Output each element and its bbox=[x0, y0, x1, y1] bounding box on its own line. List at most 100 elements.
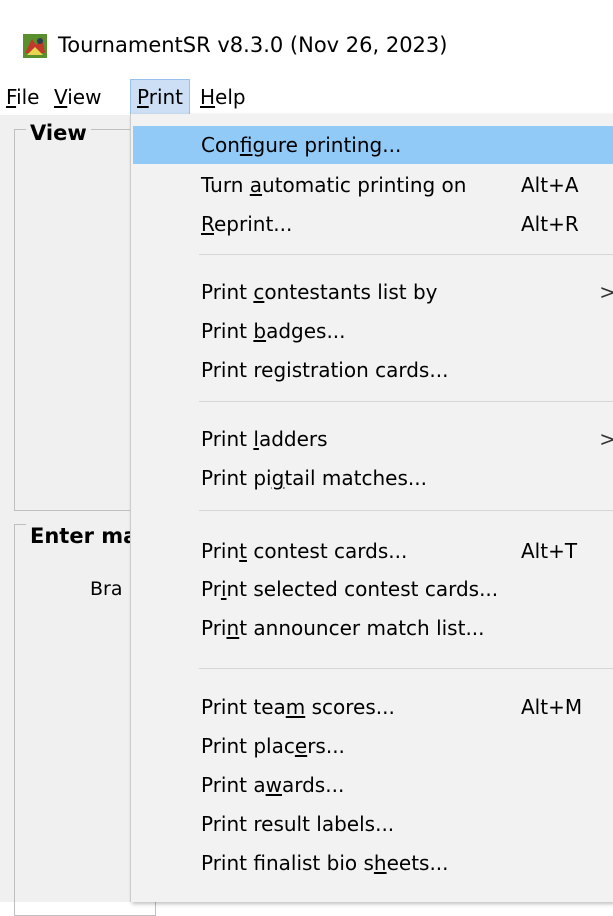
mnemonic: t bbox=[239, 539, 248, 563]
menu-help[interactable]: Help bbox=[194, 79, 252, 115]
label-text-rest: rs... bbox=[307, 734, 345, 758]
label-text: Print bbox=[201, 427, 254, 451]
menu-item-label: Print contest cards... bbox=[201, 532, 407, 570]
menu-help-text-rest: elp bbox=[215, 85, 246, 109]
menu-file-mnemonic: F bbox=[6, 85, 17, 109]
label-text: Print result labels... bbox=[201, 812, 395, 836]
submenu-arrow-icon: > bbox=[599, 273, 613, 311]
title-bar: TournamentSR v8.3.0 (Nov 26, 2023) bbox=[0, 0, 613, 79]
menu-item-label: Print selected contest cards... bbox=[201, 570, 498, 608]
print-dropdown-menu: Configure printing... Turn automatic pri… bbox=[130, 114, 613, 902]
menu-item-label: Print placers... bbox=[201, 727, 345, 765]
label-text: Pr bbox=[201, 577, 221, 601]
menu-item-print-contestants-list-by[interactable]: Print contestants list by > bbox=[133, 273, 613, 311]
label-text: Print registration cards... bbox=[201, 358, 449, 382]
mnemonic: e bbox=[294, 734, 308, 758]
menu-item-print-placers[interactable]: Print placers... bbox=[133, 727, 613, 765]
menu-item-label: Print announcer match list... bbox=[201, 609, 485, 647]
menu-item-label: Configure printing... bbox=[201, 126, 401, 164]
mnemonic: n bbox=[226, 616, 240, 640]
menu-item-label: Print awards... bbox=[201, 766, 344, 804]
shortcut-label: Alt+A bbox=[521, 173, 579, 197]
label-text-rest: igure printing... bbox=[252, 133, 402, 157]
menu-bar: File View Print Help bbox=[0, 79, 613, 116]
menu-item-configure-printing[interactable]: Configure printing... bbox=[133, 126, 613, 164]
label-text-rest: scores... bbox=[305, 695, 395, 719]
label-text: Print bbox=[201, 280, 254, 304]
shortcut-label: Alt+M bbox=[521, 695, 583, 719]
menu-item-print-badges[interactable]: Print badges... bbox=[133, 312, 613, 350]
shortcut-label: Alt+T bbox=[521, 539, 578, 563]
menu-item-print-ladders[interactable]: Print ladders > bbox=[133, 420, 613, 458]
mnemonic: b bbox=[253, 319, 267, 343]
label-text: Print bbox=[201, 319, 254, 343]
label-text: Print finalist bio s bbox=[201, 851, 374, 875]
menu-item-turn-automatic-printing-on[interactable]: Turn automatic printing on Alt+A bbox=[133, 166, 613, 204]
shortcut-label: Alt+R bbox=[521, 212, 579, 236]
menu-item-print-team-scores[interactable]: Print team scores... Alt+M bbox=[133, 688, 613, 726]
menu-item-label: Print finalist bio sheets... bbox=[201, 844, 449, 882]
menu-separator bbox=[199, 668, 613, 669]
mnemonic: w bbox=[265, 773, 282, 797]
menu-item-print-pigtail-matches[interactable]: Print pigtail matches... bbox=[133, 459, 613, 497]
label-text: Prin bbox=[201, 539, 240, 563]
menu-item-label: Print pigtail matches... bbox=[201, 459, 427, 497]
mnemonic: a bbox=[249, 173, 263, 197]
bra-label: Bra bbox=[90, 578, 123, 600]
label-text-rest: nt selected contest cards... bbox=[226, 577, 499, 601]
label-text: Print tea bbox=[201, 695, 286, 719]
menu-view-mnemonic: V bbox=[54, 85, 68, 109]
menu-separator bbox=[199, 254, 613, 255]
window-title: TournamentSR v8.3.0 (Nov 26, 2023) bbox=[58, 33, 448, 57]
menu-file[interactable]: File bbox=[0, 79, 45, 115]
menu-item-label: Print result labels... bbox=[201, 805, 394, 843]
label-text-rest: t announcer match list... bbox=[239, 616, 485, 640]
menu-separator bbox=[199, 510, 613, 511]
label-text: Con bbox=[201, 133, 240, 157]
menu-print-mnemonic: P bbox=[137, 85, 149, 109]
tournament-app-icon bbox=[23, 34, 47, 58]
menu-item-print-finalist-bio-sheets[interactable]: Print finalist bio sheets... bbox=[133, 844, 613, 882]
menu-item-label: Reprint... bbox=[201, 205, 292, 243]
menu-item-print-announcer-match-list[interactable]: Print announcer match list... bbox=[133, 609, 613, 647]
menu-file-text-rest: ile bbox=[16, 85, 40, 109]
menu-help-mnemonic: H bbox=[200, 85, 216, 109]
label-text-rest: adges... bbox=[266, 319, 346, 343]
label-text-rest: contest cards... bbox=[247, 539, 408, 563]
menu-item-label: Print team scores... bbox=[201, 688, 395, 726]
menu-item-print-selected-contest-cards[interactable]: Print selected contest cards... bbox=[133, 570, 613, 608]
mnemonic: f bbox=[239, 133, 253, 157]
label-text: Print plac bbox=[201, 734, 295, 758]
menu-item-print-registration-cards[interactable]: Print registration cards... bbox=[133, 351, 613, 389]
menu-view[interactable]: View bbox=[48, 79, 107, 115]
menu-item-print-awards[interactable]: Print awards... bbox=[133, 766, 613, 804]
menu-item-label: Print contestants list by bbox=[201, 273, 438, 311]
menu-view-text-rest: iew bbox=[67, 85, 102, 109]
label-text: Pri bbox=[201, 616, 227, 640]
label-text-rest: adders bbox=[258, 427, 328, 451]
menu-item-print-result-labels[interactable]: Print result labels... bbox=[133, 805, 613, 843]
label-text: Print a bbox=[201, 773, 266, 797]
label-text-rest: utomatic printing on bbox=[262, 173, 467, 197]
label-text: Turn bbox=[201, 173, 250, 197]
label-text-rest: tail matches... bbox=[284, 466, 427, 490]
mnemonic: R bbox=[201, 212, 214, 236]
enter-group-label: Enter ma bbox=[26, 524, 142, 548]
label-text-rest: eprint... bbox=[214, 212, 293, 236]
menu-item-label: Turn automatic printing on bbox=[201, 166, 466, 204]
menu-item-label: Print ladders bbox=[201, 420, 328, 458]
menu-item-print-contest-cards[interactable]: Print contest cards... Alt+T bbox=[133, 532, 613, 570]
view-group-label: View bbox=[26, 121, 91, 145]
label-text-rest: ards... bbox=[281, 773, 345, 797]
menu-print[interactable]: Print bbox=[130, 79, 191, 115]
mnemonic: g bbox=[271, 466, 285, 490]
submenu-arrow-icon: > bbox=[599, 420, 613, 458]
menu-separator bbox=[199, 401, 613, 402]
mnemonic: c bbox=[253, 280, 265, 304]
menu-print-text-rest: rint bbox=[148, 85, 184, 109]
label-text-rest: ontestants list by bbox=[264, 280, 438, 304]
menu-item-reprint[interactable]: Reprint... Alt+R bbox=[133, 205, 613, 243]
mnemonic: m bbox=[285, 695, 306, 719]
mnemonic: h bbox=[373, 851, 387, 875]
label-text: Print pi bbox=[201, 466, 272, 490]
